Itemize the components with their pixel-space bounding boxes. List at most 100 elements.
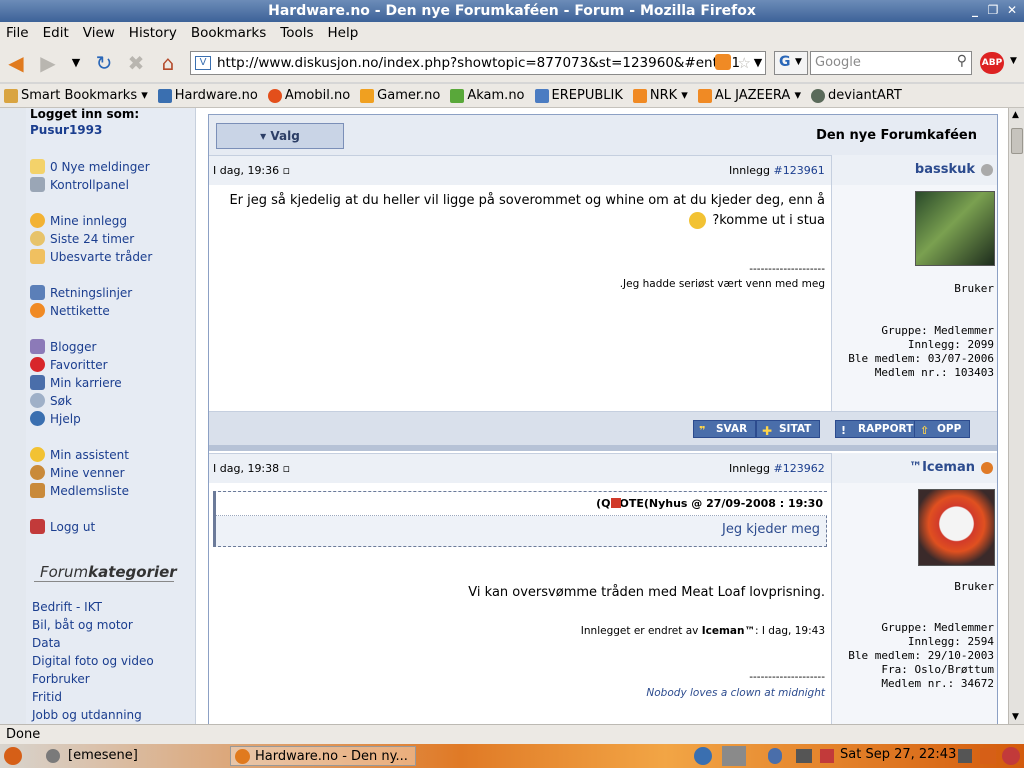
close-icon[interactable]: ✕ bbox=[1005, 3, 1019, 17]
sidebar-item-last-24h[interactable]: Siste 24 timer bbox=[30, 231, 134, 246]
envelope-icon bbox=[30, 159, 45, 174]
poster-details: Bruker Gruppe: Medlemmer Innlegg: 2099 B… bbox=[831, 185, 997, 411]
user-post-count: Innlegg: 2099 bbox=[907, 338, 994, 351]
category-link[interactable]: Bil, båt og motor bbox=[32, 618, 133, 632]
tools-icon bbox=[30, 177, 45, 192]
task-firefox[interactable]: Hardware.no - Den ny... bbox=[230, 746, 416, 766]
sidebar-item-my-posts[interactable]: Mine innlegg bbox=[30, 213, 127, 228]
ubuntu-menu-icon[interactable] bbox=[4, 747, 22, 765]
status-bar: Done bbox=[0, 724, 1024, 744]
sidebar-item-help[interactable]: Hjelp bbox=[30, 411, 81, 426]
topic-header: ▾ Valg Den nye Forumkaféen bbox=[209, 115, 997, 155]
quote-source: (QUOTE(Nyhus @ 27/09-2008 : 19:30 bbox=[596, 497, 823, 510]
network-icon[interactable] bbox=[796, 749, 812, 763]
sidebar-item-blogs[interactable]: Blogger bbox=[30, 339, 96, 354]
topic-title[interactable]: Den nye Forumkaféen bbox=[816, 128, 977, 143]
trash-icon[interactable] bbox=[980, 748, 996, 764]
sidebar-item-favorites[interactable]: Favoritter bbox=[30, 357, 108, 372]
sidebar-item-unanswered[interactable]: Ubesvarte tråder bbox=[30, 249, 152, 264]
user-status-icon[interactable] bbox=[768, 748, 782, 764]
menu-tools[interactable]: Tools bbox=[280, 25, 313, 41]
post-number: Innlegg #123962 bbox=[729, 462, 825, 475]
sidebar-item-career[interactable]: Min karriere bbox=[30, 375, 122, 390]
post-number: Innlegg #123961 bbox=[729, 164, 825, 177]
sidebar-item-logout[interactable]: Logg ut bbox=[30, 519, 95, 534]
poster-name[interactable]: ™Iceman bbox=[909, 460, 975, 475]
adblock-icon[interactable]: ABP bbox=[980, 52, 1004, 74]
sidebar-item-netiquette[interactable]: Nettikette bbox=[30, 303, 110, 318]
username-link[interactable]: Pusur1993 bbox=[30, 123, 102, 137]
home-icon[interactable]: ⌂ bbox=[156, 51, 180, 75]
category-link[interactable]: Digital foto og video bbox=[32, 654, 154, 668]
sidebar-item-memberlist[interactable]: Medlemsliste bbox=[30, 483, 129, 498]
minimize-icon[interactable]: _ bbox=[968, 3, 982, 17]
sidebar-item-assistant[interactable]: Min assistent bbox=[30, 447, 129, 462]
bookmark-nrk[interactable]: NRK ▾ bbox=[632, 88, 688, 103]
post-time: I dag, 19:38 ▫ bbox=[213, 462, 291, 475]
category-link[interactable]: Forbruker bbox=[32, 672, 90, 686]
sidebar-item-guidelines[interactable]: Retningslinjer bbox=[30, 285, 132, 300]
bookmark-gamer[interactable]: Gamer.no bbox=[360, 88, 440, 103]
signature-divider: -------------------- bbox=[749, 671, 825, 683]
volume-muted-icon[interactable] bbox=[820, 749, 834, 763]
reload-icon[interactable]: ↻ bbox=[92, 51, 116, 75]
maximize-icon[interactable]: ❐ bbox=[986, 3, 1000, 17]
google-icon: G bbox=[779, 54, 791, 70]
category-link[interactable]: Jobb og utdanning bbox=[32, 708, 142, 722]
scroll-thumb[interactable] bbox=[1011, 128, 1023, 154]
back-icon[interactable]: ◀ bbox=[4, 51, 28, 75]
quote-button[interactable]: ✚ SITAT bbox=[756, 420, 821, 438]
menu-help[interactable]: Help bbox=[328, 25, 359, 41]
bookmark-hardware[interactable]: Hardware.no bbox=[157, 88, 258, 103]
top-button[interactable]: ⇧ OPP bbox=[914, 420, 971, 438]
poster-header: basskuk bbox=[831, 155, 997, 185]
poster-name[interactable]: basskuk bbox=[915, 162, 975, 177]
poster-header: ™Iceman bbox=[831, 453, 997, 483]
search-input[interactable]: Google ⚲ bbox=[810, 51, 972, 75]
category-link[interactable]: Fritid bbox=[32, 690, 62, 704]
menu-file[interactable]: File bbox=[6, 25, 29, 41]
options-button[interactable]: ▾ Valg bbox=[216, 123, 344, 149]
menu-view[interactable]: View bbox=[83, 25, 115, 41]
rss-feed-icon[interactable] bbox=[715, 54, 731, 70]
bookmark-amobil[interactable]: Amobil.no bbox=[267, 88, 350, 103]
topic-container: ▾ Valg Den nye Forumkaféen I dag, 19:36 … bbox=[208, 114, 998, 724]
quote-arrow-icon[interactable] bbox=[611, 498, 621, 508]
blog-icon bbox=[30, 339, 45, 354]
menu-bookmarks[interactable]: Bookmarks bbox=[191, 25, 266, 41]
stop-icon[interactable]: ✖ bbox=[124, 51, 148, 75]
show-desktop-icon[interactable] bbox=[958, 749, 972, 763]
left-margin bbox=[0, 108, 26, 724]
page-scrollbar[interactable]: ▲ ▼ bbox=[1008, 108, 1024, 724]
sidebar-item-search[interactable]: Søk bbox=[30, 393, 72, 408]
bookmark-erepublik[interactable]: EREPUBLIK bbox=[534, 88, 623, 103]
clock[interactable]: Sat Sep 27, 22:43 bbox=[840, 747, 956, 762]
firefox-launcher-icon[interactable] bbox=[694, 747, 712, 765]
post-footer: ❞ SVAR ✚ SITAT ! RAPPORTER ⇧ OPP bbox=[209, 411, 997, 445]
bookmark-al-jazeera[interactable]: AL JAZEERA ▾ bbox=[697, 88, 801, 103]
bookmark-deviantart[interactable]: deviantART bbox=[811, 88, 902, 103]
search-icon[interactable]: ⚲ bbox=[957, 53, 967, 69]
scroll-down-icon[interactable]: ▼ bbox=[1012, 712, 1019, 722]
task-emesene[interactable]: [emesene] bbox=[44, 746, 220, 766]
bookmark-smart-bookmarks[interactable]: Smart Bookmarks ▾ bbox=[4, 88, 148, 103]
bookmark-akam[interactable]: Akam.no bbox=[450, 88, 525, 103]
sidebar-item-messages[interactable]: 0 Nye meldinger bbox=[30, 159, 150, 174]
url-dropdown-icon[interactable]: ▼ bbox=[746, 51, 770, 75]
history-dropdown-icon[interactable]: ▼ bbox=[64, 51, 88, 75]
reply-button[interactable]: ❞ SVAR bbox=[693, 420, 757, 438]
category-link[interactable]: Bedrift - IKT bbox=[32, 600, 102, 614]
search-engine-selector[interactable]: G ▼ bbox=[774, 51, 808, 75]
help-icon bbox=[30, 411, 45, 426]
sidebar-item-friends[interactable]: Mine venner bbox=[30, 465, 125, 480]
category-link[interactable]: Data bbox=[32, 636, 61, 650]
adblock-dropdown-icon[interactable]: ▼ bbox=[1010, 56, 1017, 66]
power-icon[interactable] bbox=[1002, 747, 1020, 765]
forward-icon[interactable]: ▶ bbox=[36, 51, 60, 75]
scroll-up-icon[interactable]: ▲ bbox=[1012, 110, 1019, 120]
url-input[interactable]: V http://www.diskusjon.no/index.php?show… bbox=[190, 51, 766, 75]
sidebar-item-control-panel[interactable]: Kontrollpanel bbox=[30, 177, 129, 192]
menu-history[interactable]: History bbox=[129, 25, 177, 41]
menu-edit[interactable]: Edit bbox=[43, 25, 69, 41]
workspace-icon[interactable] bbox=[722, 746, 746, 766]
